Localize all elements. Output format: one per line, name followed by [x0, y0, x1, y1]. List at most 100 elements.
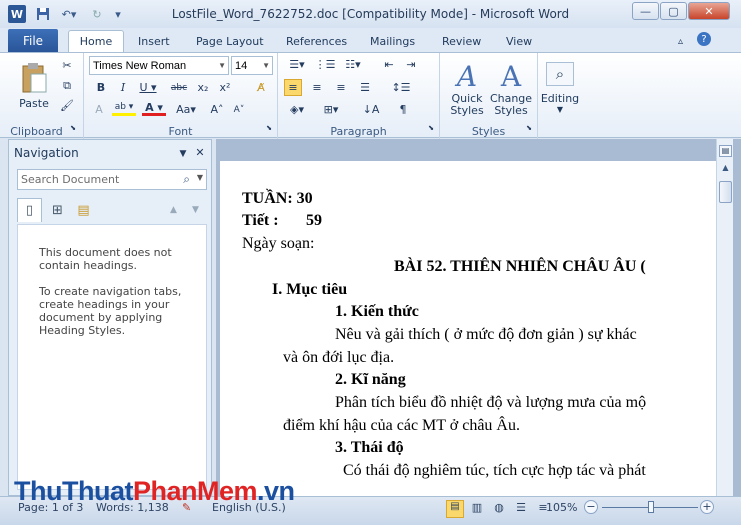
- tab-home[interactable]: Home: [68, 30, 124, 52]
- doc-lesson-title: BÀI 52. THIÊN NHIÊN CHÂU ÂU (: [394, 258, 646, 275]
- text-effects-icon[interactable]: A: [90, 101, 108, 118]
- grow-font-icon[interactable]: A˄: [208, 101, 226, 118]
- doc-para-attitude: Có thái độ nghiêm túc, tích cực hợp tác …: [343, 462, 646, 479]
- paragraph-group: ☰▾ ⋮☰ ☷▾ ⇤ ⇥ ≡ ≡ ≡ ☰ ↕☰ ◈▾ ⊞▾ ↓A ¶ Parag…: [278, 53, 440, 139]
- decrease-indent-icon[interactable]: ⇤: [380, 56, 398, 73]
- quick-styles-button[interactable]: A Quick Styles: [446, 57, 488, 119]
- clear-formatting-icon[interactable]: A̸: [252, 79, 270, 96]
- zoom-slider-thumb[interactable]: [647, 501, 654, 513]
- tab-mailings[interactable]: Mailings: [370, 30, 415, 52]
- nav-close-icon[interactable]: ✕: [193, 144, 207, 161]
- search-dropdown-icon[interactable]: ▼: [197, 173, 203, 182]
- no-headings-message: This document does not contain headings.: [39, 246, 172, 272]
- underline-icon[interactable]: U ▾: [136, 79, 160, 96]
- change-case-icon[interactable]: Aa▾: [172, 101, 200, 118]
- sort-icon[interactable]: ↓A: [362, 101, 380, 118]
- font-size-value: 14: [235, 59, 248, 72]
- doc-para-skills: Phân tích biểu đồ nhiệt độ và lượng mưa …: [335, 394, 647, 411]
- tab-view[interactable]: View: [506, 30, 532, 52]
- font-color-icon[interactable]: A ▾: [142, 101, 166, 116]
- copy-icon[interactable]: ⧉: [58, 77, 76, 94]
- full-screen-reading-icon[interactable]: ▥: [468, 501, 486, 514]
- zoom-in-icon[interactable]: +: [700, 500, 714, 514]
- navigation-title: Navigation: [14, 146, 79, 160]
- styles-group-label: Styles: [471, 125, 506, 138]
- maximize-button[interactable]: ▢: [660, 2, 687, 20]
- doc-para-knowledge: Nêu và gải thích ( ở mức độ đơn giản ) s…: [335, 326, 637, 343]
- next-heading-icon[interactable]: ▼: [183, 198, 208, 222]
- outline-view-icon[interactable]: ☰: [512, 501, 530, 514]
- increase-indent-icon[interactable]: ⇥: [402, 56, 420, 73]
- tab-insert[interactable]: Insert: [138, 30, 170, 52]
- create-headings-message: To create navigation tabs, create headin…: [39, 285, 182, 337]
- italic-icon[interactable]: I: [114, 79, 132, 96]
- align-right-icon[interactable]: ≡: [332, 79, 350, 96]
- doc-heading-objectives: I. Mục tiêu: [272, 281, 348, 298]
- font-name-select[interactable]: Times New Roman ▼: [89, 56, 229, 75]
- clipboard-group: Paste ✂ ⧉ 🖌 Clipboard ⬊: [0, 53, 84, 139]
- styles-launcher-icon[interactable]: ⬊: [524, 123, 534, 133]
- nav-options-icon[interactable]: ▼: [177, 145, 189, 162]
- close-button[interactable]: ✕: [688, 2, 730, 20]
- change-styles-label: Change Styles: [489, 91, 533, 117]
- tab-page-layout[interactable]: Page Layout: [196, 30, 264, 52]
- font-group-label: Font: [168, 125, 193, 138]
- doc-para-skills-cont: điểm khí hậu của các MT ở châu Âu.: [283, 417, 520, 434]
- shading-icon[interactable]: ◈▾: [284, 101, 310, 118]
- bold-icon[interactable]: B: [92, 79, 110, 96]
- paste-button[interactable]: Paste: [14, 57, 54, 115]
- zoom-level[interactable]: 105%: [546, 501, 577, 514]
- browse-headings-tab-icon[interactable]: ▯: [17, 198, 42, 222]
- paragraph-group-label: Paragraph: [330, 125, 387, 138]
- bullets-icon[interactable]: ☰▾: [284, 56, 310, 73]
- minimize-ribbon-icon[interactable]: ▵: [678, 30, 683, 52]
- editing-button[interactable]: ⌕ Editing ▼: [540, 57, 580, 119]
- line-spacing-icon[interactable]: ↕☰: [388, 79, 414, 96]
- subscript-icon[interactable]: x₂: [194, 79, 212, 96]
- navigation-pane: Navigation ▼ ✕ Search Document ⌕ ▼ ▯ ⊞ ▤…: [8, 139, 212, 496]
- ribbon: Paste ✂ ⧉ 🖌 Clipboard ⬊ Times New Roman ▼…: [0, 52, 741, 139]
- change-styles-button[interactable]: A Change Styles: [488, 57, 534, 119]
- multilevel-list-icon[interactable]: ☷▾: [340, 56, 366, 73]
- tab-file[interactable]: File: [8, 29, 58, 52]
- align-center-icon[interactable]: ≡: [308, 79, 326, 96]
- title-bar: W ↶▾ ↻ ▾ LostFile_Word_7622752.doc [Comp…: [0, 0, 741, 28]
- scroll-up-icon[interactable]: ▲: [719, 163, 732, 177]
- search-placeholder: Search Document: [21, 173, 120, 186]
- web-layout-icon[interactable]: ◍: [490, 501, 508, 514]
- show-formatting-icon[interactable]: ¶: [394, 101, 412, 118]
- borders-icon[interactable]: ⊞▾: [318, 101, 344, 118]
- search-document-input[interactable]: Search Document ⌕ ▼: [17, 169, 207, 190]
- print-layout-view-icon[interactable]: ▤: [446, 500, 464, 518]
- superscript-icon[interactable]: x²: [216, 79, 234, 96]
- help-icon[interactable]: ?: [697, 32, 711, 46]
- zoom-slider[interactable]: [602, 501, 698, 513]
- vertical-scrollbar[interactable]: ▤ ▲: [716, 139, 733, 496]
- browse-results-tab-icon[interactable]: ▤: [71, 198, 96, 222]
- highlight-color-icon[interactable]: ab ▾: [112, 101, 136, 116]
- font-size-select[interactable]: 14 ▼: [231, 56, 273, 75]
- justify-icon[interactable]: ☰: [356, 79, 374, 96]
- minimize-button[interactable]: —: [632, 2, 659, 20]
- zoom-out-icon[interactable]: −: [584, 500, 598, 514]
- browse-pages-tab-icon[interactable]: ⊞: [45, 198, 70, 222]
- strikethrough-icon[interactable]: abc: [168, 79, 190, 96]
- font-name-value: Times New Roman: [93, 59, 187, 72]
- numbering-icon[interactable]: ⋮☰: [312, 56, 338, 73]
- align-left-icon[interactable]: ≡: [284, 79, 302, 96]
- ruler-toggle-icon[interactable]: ▤: [719, 145, 732, 157]
- font-launcher-icon[interactable]: ⬊: [264, 123, 274, 133]
- paragraph-launcher-icon[interactable]: ⬊: [426, 123, 436, 133]
- format-painter-icon[interactable]: 🖌: [58, 97, 76, 114]
- search-icon[interactable]: ⌕: [183, 172, 190, 187]
- cut-icon[interactable]: ✂: [58, 57, 76, 74]
- tab-references[interactable]: References: [286, 30, 347, 52]
- shrink-font-icon[interactable]: A˅: [230, 101, 248, 118]
- doc-line-period-label: Tiết :: [242, 212, 279, 229]
- tab-review[interactable]: Review: [442, 30, 481, 52]
- document-page[interactable]: TUẦN: 30 Tiết : 59 Ngày soạn: BÀI 52. TH…: [220, 161, 716, 496]
- clipboard-launcher-icon[interactable]: ⬊: [68, 123, 78, 133]
- scroll-thumb[interactable]: [719, 181, 732, 203]
- watermark-logo: ThuThuatPhanMem.vn: [14, 476, 295, 507]
- editing-label: Editing: [540, 92, 580, 105]
